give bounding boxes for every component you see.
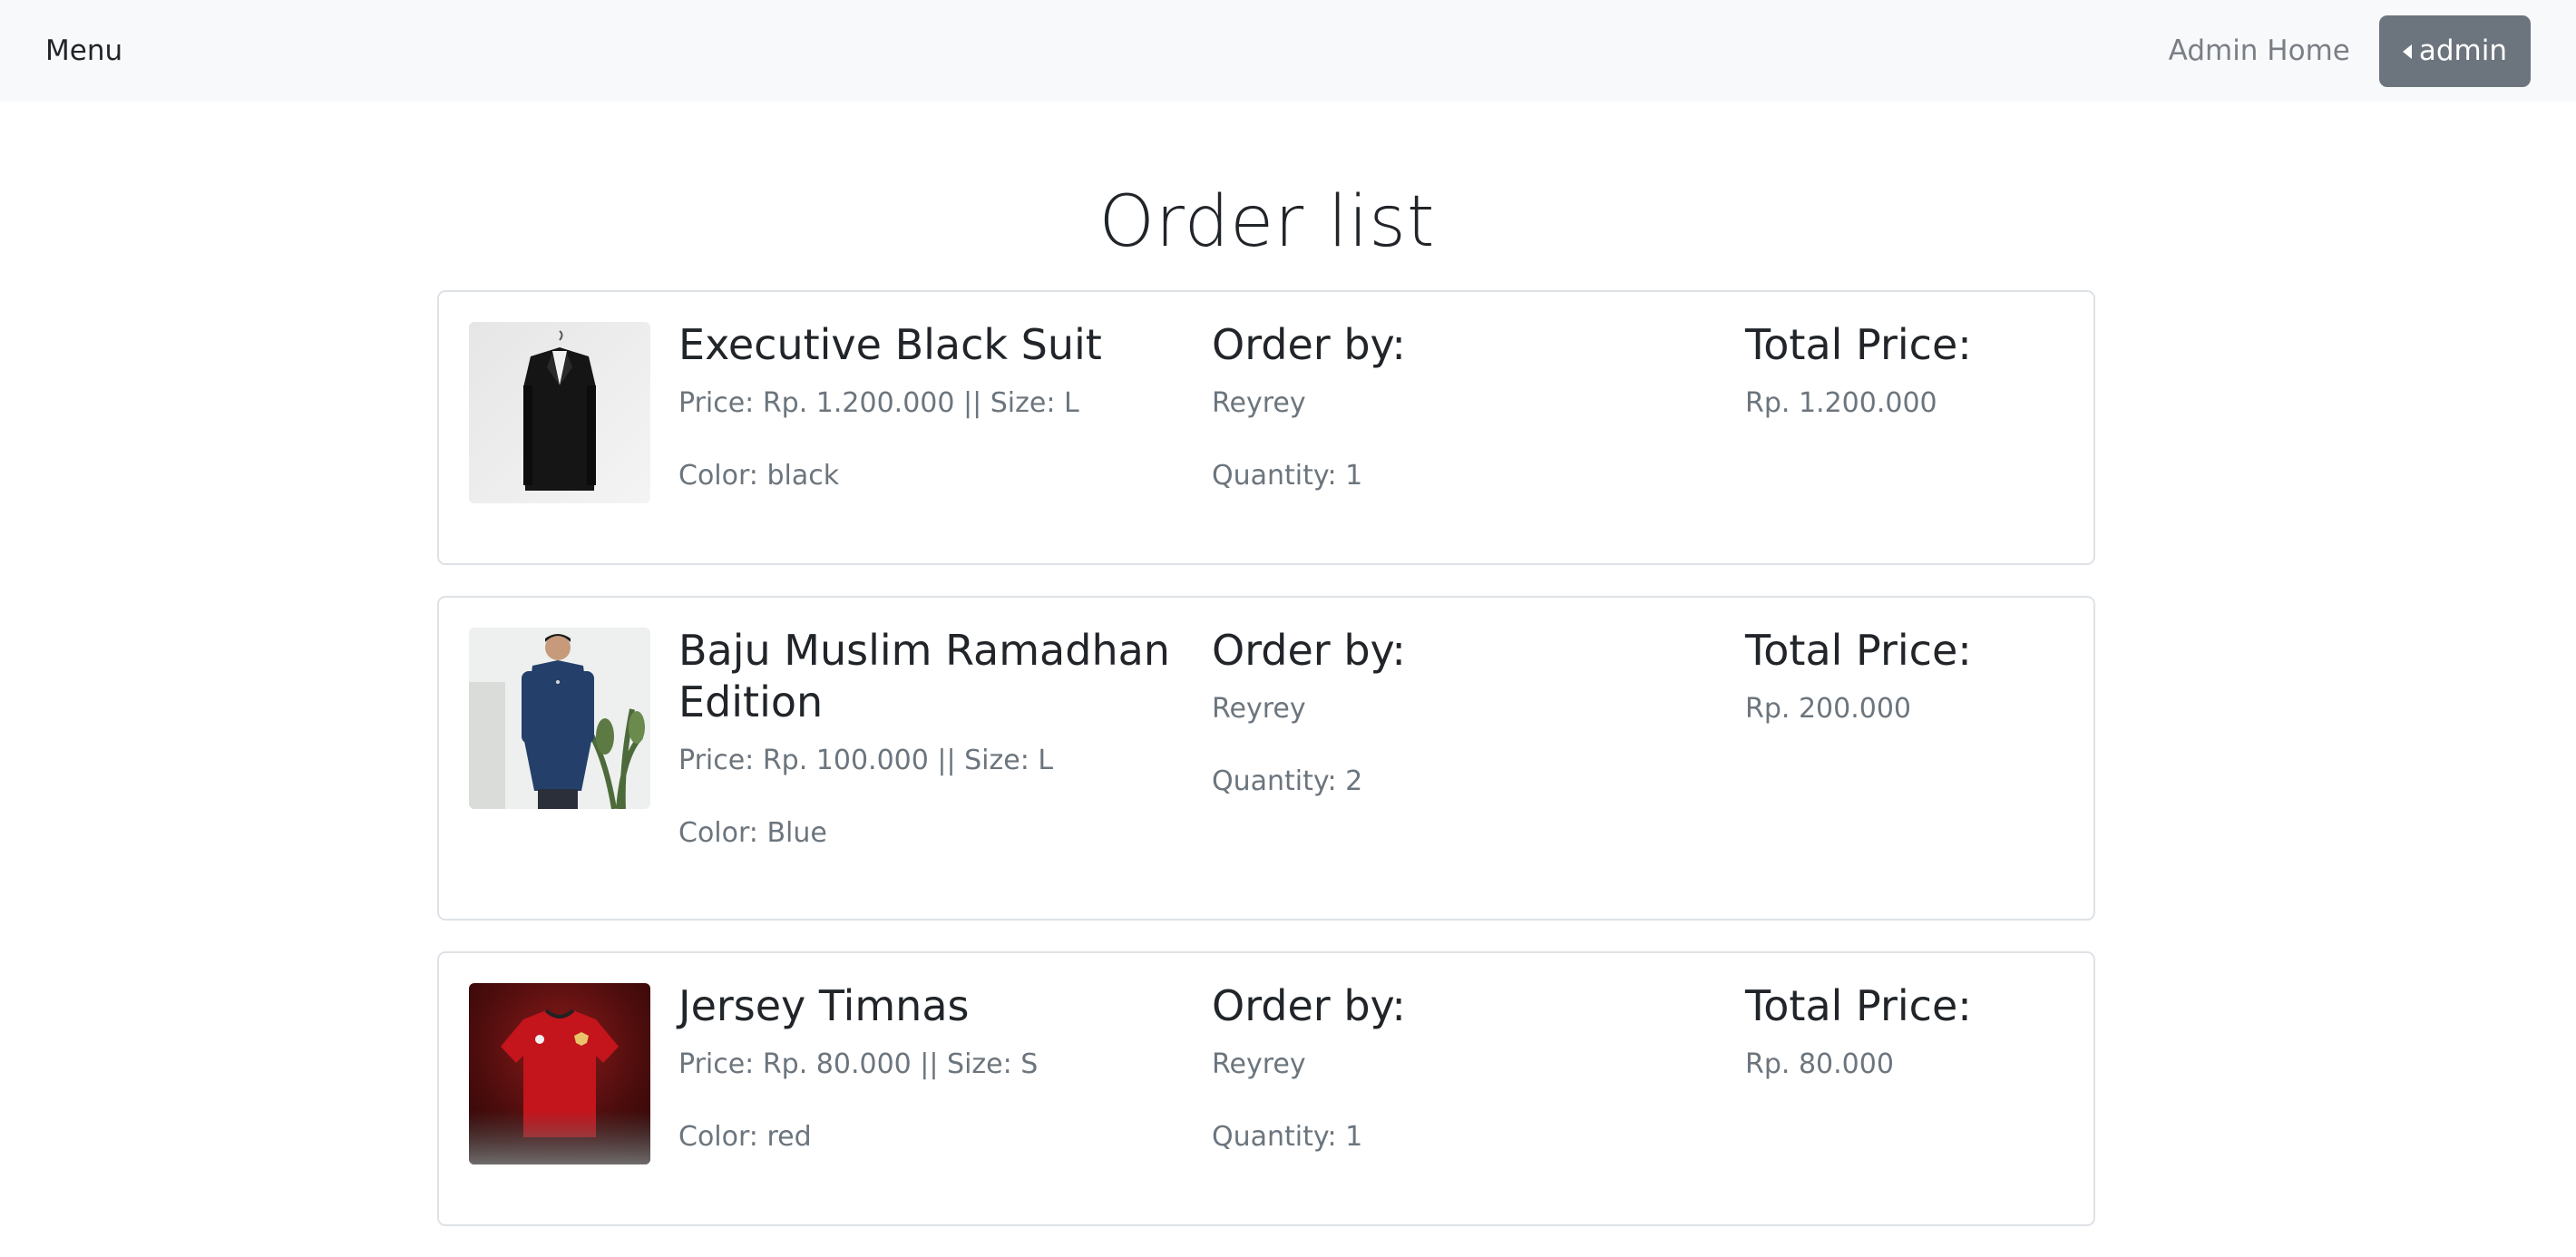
total-price-heading: Total Price: xyxy=(1745,626,1972,675)
product-info: Jersey Timnas Price: Rp. 80.000 || Size:… xyxy=(678,980,1186,1157)
order-card: Jersey Timnas Price: Rp. 80.000 || Size:… xyxy=(437,951,2095,1226)
order-list: Executive Black Suit Price: Rp. 1.200.00… xyxy=(437,290,2095,1257)
product-name: Jersey Timnas xyxy=(678,981,970,1030)
order-by-heading: Order by: xyxy=(1212,626,1406,675)
order-by-info: Order by: Reyrey Quantity: 1 xyxy=(1212,319,1702,496)
total-price-value: Rp. 80.000 xyxy=(1745,1048,1894,1080)
product-info: Baju Muslim Ramadhan Edition Price: Rp. … xyxy=(678,625,1186,853)
total-price-value: Rp. 1.200.000 xyxy=(1745,387,1937,419)
caret-left-icon xyxy=(2402,44,2412,59)
page-title: Order list xyxy=(1098,181,1436,263)
price-size-text: Price: Rp. 1.200.000 || Size: L xyxy=(678,387,1079,419)
customer-name: Reyrey xyxy=(1212,387,1306,419)
color-text: Color: red xyxy=(678,1121,812,1153)
product-name: Baju Muslim Ramadhan Edition xyxy=(678,626,1170,726)
quantity-text: Quantity: 1 xyxy=(1212,460,1363,492)
total-price-heading: Total Price: xyxy=(1745,981,1972,1030)
total-price-value: Rp. 200.000 xyxy=(1745,693,1912,725)
order-by-info: Order by: Reyrey Quantity: 1 xyxy=(1212,980,1702,1157)
order-by-heading: Order by: xyxy=(1212,320,1406,369)
navbar-right: Admin Home admin xyxy=(2169,15,2531,87)
quantity-text: Quantity: 1 xyxy=(1212,1121,1363,1153)
top-navbar: Menu Admin Home admin xyxy=(0,0,2576,102)
total-price-info: Total Price: Rp. 200.000 xyxy=(1745,625,2072,729)
customer-name: Reyrey xyxy=(1212,693,1306,725)
price-size-text: Price: Rp. 100.000 || Size: L xyxy=(678,745,1054,776)
total-price-heading: Total Price: xyxy=(1745,320,1972,369)
quantity-text: Quantity: 2 xyxy=(1212,765,1363,797)
total-price-info: Total Price: Rp. 1.200.000 xyxy=(1745,319,2072,424)
admin-dropdown-button[interactable]: admin xyxy=(2378,15,2531,87)
color-text: Color: Blue xyxy=(678,817,827,849)
price-size-text: Price: Rp. 80.000 || Size: S xyxy=(678,1048,1039,1080)
color-text: Color: black xyxy=(678,460,840,492)
order-by-info: Order by: Reyrey Quantity: 2 xyxy=(1212,625,1702,802)
product-image-jersey xyxy=(469,983,650,1164)
menu-link[interactable]: Menu xyxy=(45,34,122,67)
customer-name: Reyrey xyxy=(1212,1048,1306,1080)
order-by-heading: Order by: xyxy=(1212,981,1406,1030)
product-image-black-suit xyxy=(469,322,650,503)
product-info: Executive Black Suit Price: Rp. 1.200.00… xyxy=(678,319,1186,496)
admin-home-link[interactable]: Admin Home xyxy=(2169,34,2350,67)
admin-button-label: admin xyxy=(2418,34,2507,67)
order-card: Baju Muslim Ramadhan Edition Price: Rp. … xyxy=(437,596,2095,921)
total-price-info: Total Price: Rp. 80.000 xyxy=(1745,980,2072,1085)
product-image-muslim-shirt xyxy=(469,628,650,809)
product-name: Executive Black Suit xyxy=(678,320,1102,369)
order-card: Executive Black Suit Price: Rp. 1.200.00… xyxy=(437,290,2095,565)
